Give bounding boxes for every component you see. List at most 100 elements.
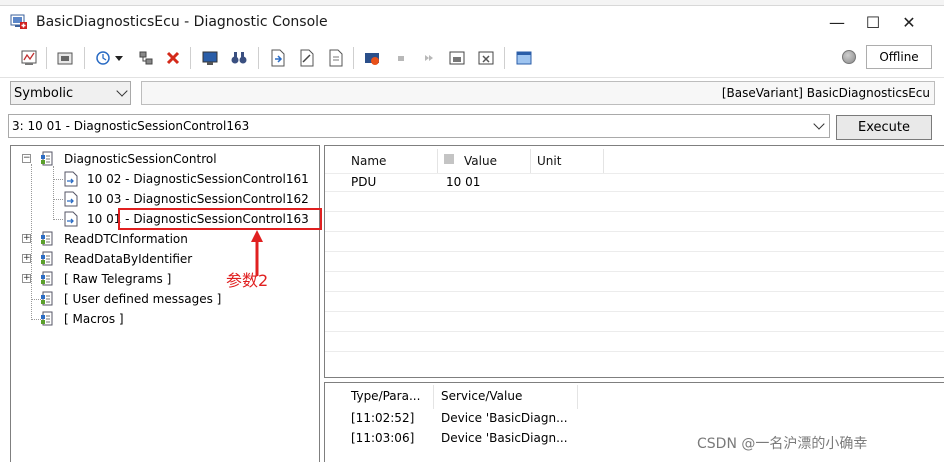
annotation-highlight-box — [118, 208, 322, 230]
monitor-icon — [202, 51, 218, 65]
document-edit-icon — [300, 49, 314, 67]
column-header-name[interactable]: Name — [351, 154, 386, 168]
log-row[interactable]: [11:02:52] Device 'BasicDiagn... — [325, 409, 944, 429]
variant-text: [BaseVariant] BasicDiagnosticsEcu — [721, 86, 930, 100]
binoculars-icon — [231, 52, 247, 64]
expand-icon[interactable]: + — [22, 254, 31, 263]
document-icon — [329, 49, 343, 67]
title-bar: BasicDiagnosticsEcu - Diagnostic Console… — [0, 6, 944, 38]
log-service-cell: Device 'BasicDiagn... — [441, 411, 568, 425]
grid-line — [325, 331, 944, 332]
tree-node-macros[interactable]: [ Macros ] — [11, 310, 311, 328]
tree-node-label: [ Raw Telegrams ] — [64, 272, 172, 286]
execute-label: Execute — [858, 120, 910, 135]
toolbar-separator — [258, 47, 259, 69]
column-divider — [433, 385, 434, 409]
status-label: Offline — [879, 50, 919, 64]
device-icon — [57, 52, 73, 65]
toolbar-separator — [190, 47, 191, 69]
tree-node-label: 10 02 - DiagnosticSessionControl161 — [87, 172, 309, 186]
window-title: BasicDiagnosticsEcu - Diagnostic Console — [36, 14, 328, 30]
pause-icon — [425, 55, 433, 61]
variant-display: [BaseVariant] BasicDiagnosticsEcu — [141, 81, 935, 105]
save-trace-button[interactable] — [446, 48, 468, 68]
find-button[interactable] — [228, 48, 250, 68]
history-button[interactable] — [92, 48, 114, 68]
service-group-icon — [41, 151, 53, 166]
save-trace-icon — [449, 51, 465, 65]
document-send-icon — [271, 49, 285, 67]
tree-node-session-control-161[interactable]: 10 02 - DiagnosticSessionControl161 — [11, 170, 311, 188]
param-name-cell: PDU — [351, 175, 377, 189]
param-value-cell[interactable]: 10 01 — [446, 175, 480, 189]
record-icon — [365, 53, 379, 65]
request-document-icon — [64, 191, 78, 207]
maximize-button[interactable]: ☐ — [855, 6, 891, 38]
collapse-icon[interactable]: − — [22, 154, 31, 163]
open-window-button[interactable] — [513, 48, 535, 68]
pause-button[interactable] — [418, 48, 440, 68]
send-request-button[interactable] — [267, 48, 289, 68]
command-select[interactable]: 3: 10 01 - DiagnosticSessionControl163 — [8, 114, 830, 138]
delete-button[interactable] — [162, 48, 184, 68]
tree-node-label: 10 03 - DiagnosticSessionControl162 — [87, 192, 309, 206]
service-group-icon — [41, 271, 53, 286]
column-divider — [437, 149, 438, 173]
tree-node-label: ReadDataByIdentifier — [64, 252, 193, 266]
column-divider — [530, 149, 531, 173]
tree-node-diagnostic-session-control[interactable]: − DiagnosticSessionControl — [11, 150, 311, 168]
dropdown-arrow-icon — [115, 56, 123, 61]
grid-line — [325, 291, 944, 292]
stop-button[interactable] — [390, 48, 412, 68]
document-button[interactable] — [325, 48, 347, 68]
display-mode-select[interactable]: Symbolic — [10, 81, 131, 105]
edit-request-button[interactable] — [296, 48, 318, 68]
minimize-icon: — — [829, 12, 845, 32]
connect-button[interactable] — [135, 48, 157, 68]
device-button[interactable] — [54, 48, 76, 68]
minimize-button[interactable]: — — [819, 6, 855, 38]
trace-button[interactable] — [18, 48, 40, 68]
maximize-icon: ☐ — [865, 12, 881, 32]
delete-x-icon — [166, 51, 180, 65]
record-button[interactable] — [361, 48, 383, 68]
network-connect-icon — [139, 51, 153, 65]
tree-node-read-data-by-identifier[interactable]: + ReadDataByIdentifier — [11, 250, 311, 268]
history-icon — [96, 51, 110, 65]
table-row[interactable]: PDU 10 01 — [325, 173, 944, 193]
parameter-grid[interactable]: Name Value Unit PDU 10 01 — [324, 145, 944, 378]
stop-icon — [398, 56, 404, 61]
tree-node-read-dtc-information[interactable]: + ReadDTCInformation — [11, 230, 311, 248]
offline-status-button[interactable]: Offline — [866, 45, 932, 69]
trace-window-icon — [21, 50, 37, 65]
column-header-value[interactable]: Value — [464, 154, 497, 168]
column-header-type[interactable]: Type/Para... — [351, 389, 420, 403]
tree-node-session-control-162[interactable]: 10 03 - DiagnosticSessionControl162 — [11, 190, 311, 208]
service-tree[interactable]: − DiagnosticSessionControl 10 02 - Diagn… — [10, 145, 320, 462]
close-button[interactable]: ✕ — [891, 6, 927, 38]
expand-icon[interactable]: + — [22, 274, 31, 283]
column-header-unit[interactable]: Unit — [537, 154, 561, 168]
grid-line — [325, 191, 944, 192]
command-selected-value: 3: 10 01 - DiagnosticSessionControl163 — [12, 119, 250, 133]
column-header-service[interactable]: Service/Value — [441, 389, 522, 403]
column-divider — [577, 385, 578, 409]
tree-node-user-defined-messages[interactable]: [ User defined messages ] — [11, 290, 311, 308]
monitor-button[interactable] — [199, 48, 221, 68]
history-dropdown-button[interactable] — [112, 48, 126, 68]
grid-line — [325, 311, 944, 312]
log-time-cell: [11:02:52] — [351, 411, 415, 425]
grid-line — [325, 351, 944, 352]
execute-button[interactable]: Execute — [836, 115, 932, 140]
expand-icon[interactable]: + — [22, 234, 31, 243]
service-group-icon — [41, 291, 53, 306]
service-group-icon — [41, 231, 53, 246]
clear-trace-icon — [478, 51, 494, 65]
connection-status-led — [842, 50, 856, 64]
clear-trace-button[interactable] — [475, 48, 497, 68]
service-group-icon — [41, 251, 53, 266]
grid-line — [325, 251, 944, 252]
tree-node-label: [ Macros ] — [64, 312, 124, 326]
column-divider — [603, 149, 604, 173]
service-group-icon — [41, 311, 53, 326]
